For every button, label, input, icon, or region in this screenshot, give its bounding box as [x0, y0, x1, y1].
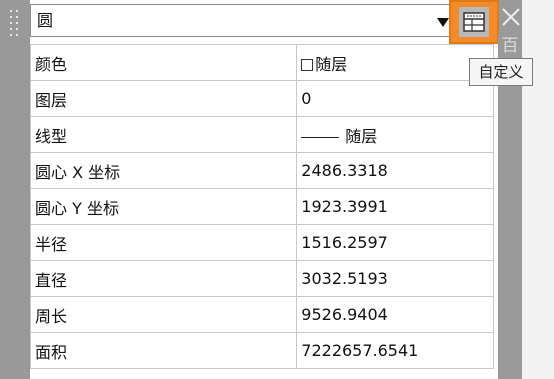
- property-row-diameter[interactable]: 直径 3032.5193: [29, 260, 494, 297]
- property-row-color[interactable]: 颜色 随层: [29, 44, 494, 81]
- close-button[interactable]: [498, 4, 524, 30]
- property-label: 图层: [29, 80, 298, 117]
- customize-tooltip: 自定义: [469, 58, 533, 86]
- property-value[interactable]: 7222657.6541: [296, 332, 494, 369]
- property-value[interactable]: 1923.3991: [296, 188, 494, 225]
- properties-table: 颜色 随层 图层 0 线型 随层 圆心 X 坐标 2486.3318 圆心 Y …: [29, 44, 494, 369]
- property-value[interactable]: 2486.3318: [296, 152, 494, 189]
- property-value[interactable]: 1516.2597: [296, 224, 494, 261]
- dropdown-selected-value: 圆: [37, 11, 54, 30]
- color-swatch-icon: [301, 58, 314, 71]
- background-area: [522, 0, 554, 379]
- property-label: 周长: [29, 296, 298, 333]
- customize-icon: [459, 7, 489, 37]
- linetype-value-text: 随层: [345, 126, 378, 146]
- property-value[interactable]: 0: [296, 80, 494, 117]
- property-label: 圆心 X 坐标: [29, 152, 298, 189]
- side-strip-glyph: 百: [501, 36, 519, 56]
- property-label: 直径: [29, 260, 298, 297]
- property-row-center-y[interactable]: 圆心 Y 坐标 1923.3991: [29, 188, 494, 225]
- panel-gripper[interactable]: [0, 0, 30, 379]
- property-label: 线型: [29, 116, 298, 153]
- customize-button[interactable]: [449, 0, 499, 44]
- property-label: 圆心 Y 坐标: [29, 188, 298, 225]
- grip-icon: [10, 10, 20, 38]
- color-value-text: 随层: [315, 54, 348, 74]
- close-icon: [502, 8, 520, 26]
- property-row-center-x[interactable]: 圆心 X 坐标 2486.3318: [29, 152, 494, 189]
- property-row-radius[interactable]: 半径 1516.2597: [29, 224, 494, 261]
- object-type-dropdown[interactable]: 圆: [30, 4, 454, 37]
- property-row-linetype[interactable]: 线型 随层: [29, 116, 494, 153]
- property-label: 颜色: [29, 44, 298, 81]
- dropdown-arrow-icon: [437, 18, 449, 27]
- property-row-area[interactable]: 面积 7222657.6541: [29, 332, 494, 369]
- property-row-layer[interactable]: 图层 0: [29, 80, 494, 117]
- property-row-circumference[interactable]: 周长 9526.9404: [29, 296, 494, 333]
- property-label: 面积: [29, 332, 298, 369]
- property-value[interactable]: 随层: [296, 44, 494, 81]
- property-label: 半径: [29, 224, 298, 261]
- linetype-sample-icon: [301, 136, 340, 138]
- property-value[interactable]: 9526.9404: [296, 296, 494, 333]
- property-value[interactable]: 随层: [296, 116, 494, 153]
- property-value[interactable]: 3032.5193: [296, 260, 494, 297]
